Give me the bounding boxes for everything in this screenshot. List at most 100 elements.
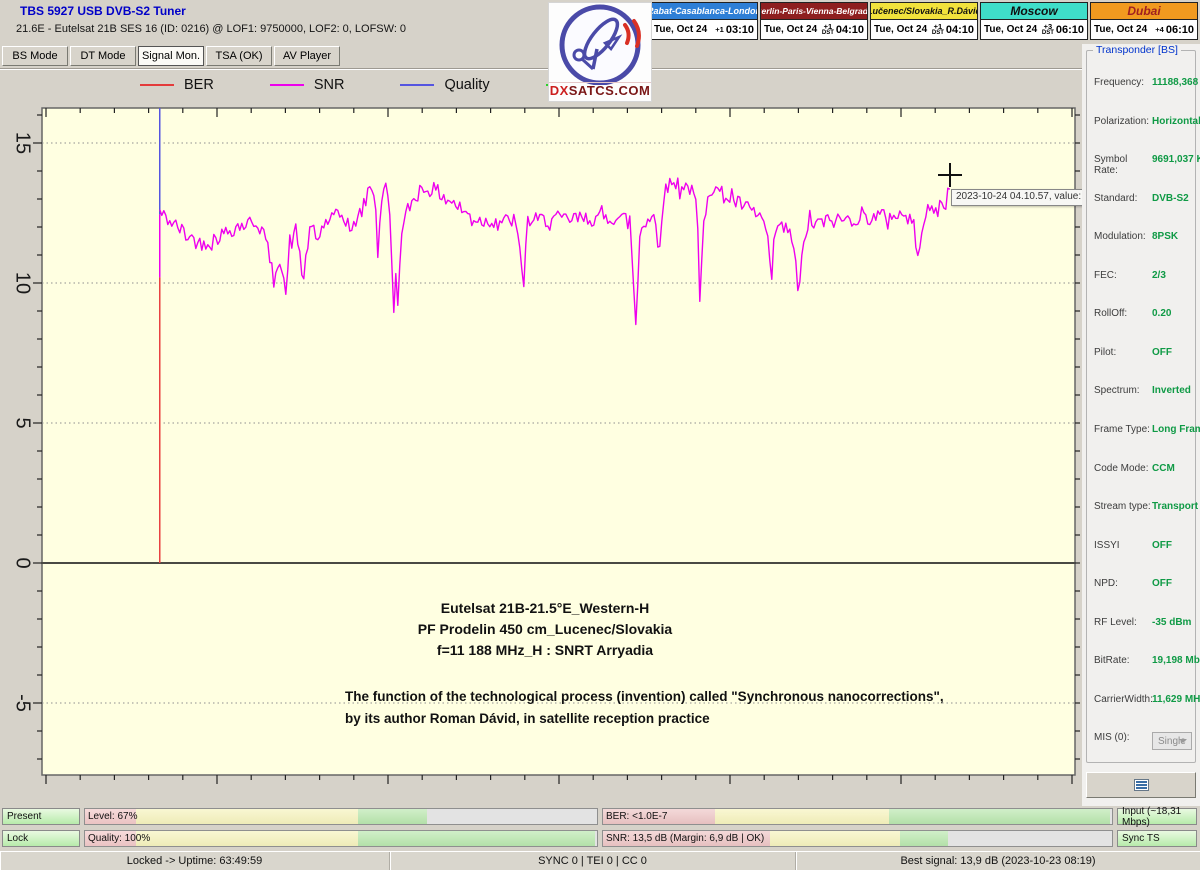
legend-label: BER bbox=[184, 77, 214, 93]
gauge-zone bbox=[358, 809, 427, 824]
transponder-label: CarrierWidth: bbox=[1094, 694, 1152, 705]
transponder-row-fec: FEC:2/3 bbox=[1094, 270, 1192, 281]
gauge-zone bbox=[136, 809, 358, 824]
clock-time-row: Tue, Oct 24+1DST04:10 bbox=[760, 20, 868, 40]
transponder-label: BitRate: bbox=[1094, 655, 1152, 666]
dxsatcs-logo: DXSATCS.COM bbox=[548, 2, 652, 102]
plot-area[interactable] bbox=[42, 108, 1075, 775]
gauge-zone bbox=[715, 809, 890, 824]
clock-utc-offset: +1 bbox=[715, 26, 724, 34]
clock-time: 06:10 bbox=[1166, 24, 1194, 36]
annotation-line: Eutelsat 21B-21.5°E_Western-H bbox=[380, 598, 710, 619]
transponder-row-standard: Standard:DVB-S2 bbox=[1094, 193, 1192, 204]
clock-time-row: Tue, Oct 24+103:10 bbox=[650, 20, 758, 40]
transponder-label: RollOff: bbox=[1094, 308, 1152, 319]
y-tick-label: -5 bbox=[11, 694, 34, 712]
transport-list-icon bbox=[1134, 779, 1149, 791]
transponder-label: Code Mode: bbox=[1094, 463, 1152, 474]
legend-item-ber: BER bbox=[140, 77, 214, 93]
transponder-row-bitrate: BitRate:19,198 Mbit/s bbox=[1094, 655, 1192, 666]
satellite-dish-icon bbox=[549, 3, 651, 85]
clock-city-label: Moscow bbox=[980, 2, 1088, 20]
transponder-label: Frame Type: bbox=[1094, 424, 1152, 435]
transponder-label: Polarization: bbox=[1094, 116, 1152, 127]
transponder-value: Inverted bbox=[1152, 385, 1191, 396]
mis-row: MIS (0): Single bbox=[1094, 732, 1192, 750]
transponder-row-stream-type: Stream type:Transport bbox=[1094, 501, 1192, 512]
transponder-value: 9691,037 KS/s bbox=[1152, 154, 1200, 176]
level-gauge: Level: 67% bbox=[84, 808, 598, 825]
y-tick-label: 0 bbox=[11, 557, 34, 568]
y-tick-label: 10 bbox=[11, 272, 34, 294]
utc-offset-label: +3 bbox=[1044, 23, 1053, 31]
gauge-label: SNR: 13,5 dB (Margin: 6,9 dB | OK) bbox=[606, 833, 764, 844]
tab-av-player[interactable]: AV Player bbox=[274, 46, 340, 66]
clock-city-label: Dubai bbox=[1090, 2, 1198, 20]
transponder-sidebar: Transponder [BS] Frequency:11188,368 MHz… bbox=[1082, 44, 1200, 806]
clock-city-label: Lučenec/Slovakia_R.Dávid bbox=[870, 2, 978, 20]
transponder-value: CCM bbox=[1152, 463, 1175, 474]
lock-indicator: Lock bbox=[2, 830, 80, 847]
clock-utc-offset: +3DST bbox=[1042, 23, 1054, 37]
app-window: TBS 5927 USB DVB-S2 Tuner 21.6E - Eutels… bbox=[0, 0, 1200, 870]
present-indicator: Present bbox=[2, 808, 80, 825]
transponder-row-issyi: ISSYIOFF bbox=[1094, 540, 1192, 551]
clock-date: Tue, Oct 24 bbox=[874, 24, 927, 35]
annotation-line: f=11 188 MHz_H : SNRT Arryadia bbox=[380, 640, 710, 661]
transponder-row-carrierwidth: CarrierWidth:11,629 MHz bbox=[1094, 694, 1192, 705]
transponder-value: 2/3 bbox=[1152, 270, 1166, 281]
transponder-value: OFF bbox=[1152, 578, 1172, 589]
transponder-row-npd: NPD:OFF bbox=[1094, 578, 1192, 589]
clock-time: 03:10 bbox=[726, 24, 754, 36]
tab-dt-mode[interactable]: DT Mode bbox=[70, 46, 136, 66]
clock-time-row: Tue, Oct 24+406:10 bbox=[1090, 20, 1198, 40]
tab-signal-mon[interactable]: Signal Mon. bbox=[138, 46, 204, 66]
tab-bs-mode[interactable]: BS Mode bbox=[2, 46, 68, 66]
dxsatcs-logo-text: DXSATCS.COM bbox=[549, 82, 651, 99]
clock-panel-rabat-casablanca-london: Rabat-Casablanca-LondonTue, Oct 24+103:1… bbox=[650, 2, 758, 40]
transponder-value: 11188,368 MHz bbox=[1152, 77, 1200, 88]
gauge-label: Level: 67% bbox=[88, 811, 137, 822]
annotation-line: PF Prodelin 450 cm_Lucenec/Slovakia bbox=[380, 619, 710, 640]
transport-list-button[interactable] bbox=[1086, 772, 1196, 798]
transponder-row-frame-type: Frame Type:Long Frame bbox=[1094, 424, 1192, 435]
statusbar: Locked -> Uptime: 63:49:59 SYNC 0 | TEI … bbox=[0, 851, 1200, 870]
transponder-label: NPD: bbox=[1094, 578, 1152, 589]
transponder-value: Long Frame bbox=[1152, 424, 1200, 435]
utc-offset-label: +4 bbox=[1155, 26, 1164, 34]
gauge-zone bbox=[358, 831, 595, 846]
transponder-value: Horizontal bbox=[1152, 116, 1200, 127]
clock-utc-offset: +1DST bbox=[932, 23, 944, 37]
legend-color-dash bbox=[400, 84, 434, 86]
mis-label: MIS (0): bbox=[1094, 732, 1152, 750]
quality-gauge: Quality: 100% bbox=[84, 830, 598, 847]
transponder-label: ISSYI bbox=[1094, 540, 1152, 551]
clock-city-label: Rabat-Casablanca-London bbox=[650, 2, 758, 20]
tab-tsa-ok[interactable]: TSA (OK) bbox=[206, 46, 272, 66]
legend-item-snr: SNR bbox=[270, 77, 345, 93]
ber-gauge: BER: <1.0E-7 bbox=[602, 808, 1113, 825]
transponder-label: Standard: bbox=[1094, 193, 1152, 204]
transponder-value: -35 dBm bbox=[1152, 617, 1191, 628]
chart-annotation-paragraph: The function of the technological proces… bbox=[345, 686, 1025, 730]
transponder-row-symbol-rate: Symbol Rate:9691,037 KS/s bbox=[1094, 154, 1192, 176]
transponder-row-spectrum: Spectrum:Inverted bbox=[1094, 385, 1192, 396]
clock-city-label: Berlin-Paris-Vienna-Belgrade bbox=[760, 2, 868, 20]
mis-dropdown[interactable]: Single bbox=[1152, 732, 1192, 750]
transponder-row-frequency: Frequency:11188,368 MHz bbox=[1094, 77, 1192, 88]
transponder-row-modulation: Modulation:8PSK bbox=[1094, 231, 1192, 242]
transponder-value: 0.20 bbox=[1152, 308, 1171, 319]
gauge-label: BER: <1.0E-7 bbox=[606, 811, 667, 822]
clock-panel-dubai: DubaiTue, Oct 24+406:10 bbox=[1090, 2, 1198, 40]
clock-utc-offset: +1DST bbox=[822, 23, 834, 37]
snr-gauge: SNR: 13,5 dB (Margin: 6,9 dB | OK) bbox=[602, 830, 1113, 847]
annotation-line: The function of the technological proces… bbox=[345, 686, 1025, 708]
transponder-label: Pilot: bbox=[1094, 347, 1152, 358]
gauge-label: Quality: 100% bbox=[88, 833, 150, 844]
transponder-label: Spectrum: bbox=[1094, 385, 1152, 396]
statusbar-uptime: Locked -> Uptime: 63:49:59 bbox=[0, 852, 390, 870]
input-indicator: Input (~18,31 Mbps) bbox=[1117, 808, 1197, 825]
gauge-zone bbox=[770, 831, 899, 846]
transponder-row-rf-level: RF Level:-35 dBm bbox=[1094, 617, 1192, 628]
transponder-label: Stream type: bbox=[1094, 501, 1152, 512]
